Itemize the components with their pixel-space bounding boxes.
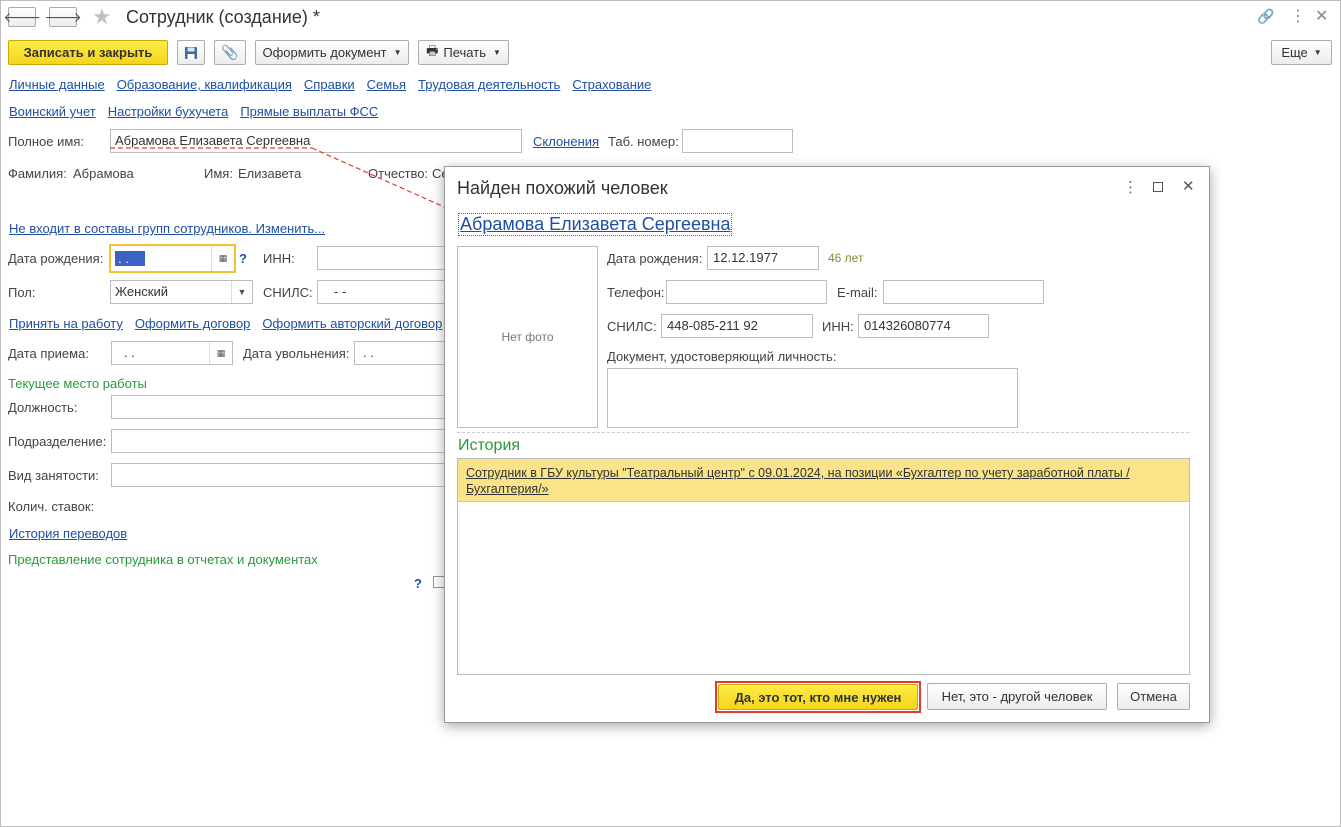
yes-button-highlight: Да, это тот, кто мне нужен [715,681,921,713]
dialog-birth-label: Дата рождения: [607,251,703,266]
dialog-birth-field[interactable]: 12.12.1977 [707,246,819,270]
photo-placeholder: Нет фото [457,246,598,428]
history-item-text[interactable]: Сотрудник в ГБУ культуры "Театральный це… [466,466,1130,496]
dialog-phone-label: Телефон: [607,285,665,300]
history-item[interactable]: Сотрудник в ГБУ культуры "Театральный це… [458,459,1189,502]
pointer-line [311,147,452,211]
dialog-phone-field[interactable] [666,280,827,304]
cancel-button[interactable]: Отмена [1117,683,1190,710]
history-list: Сотрудник в ГБУ культуры "Театральный це… [457,458,1190,675]
age-label: 46 лет [828,251,864,265]
person-link[interactable]: Абрамова Елизавета Сергеевна [458,213,733,236]
separator [457,432,1189,433]
no-other-person-button[interactable]: Нет, это - другой человек [927,683,1107,710]
dialog-snils-field[interactable]: 448-085-211 92 [661,314,813,338]
similar-person-dialog: Найден похожий человек ⋮ ✕ Абрамова Елиз… [444,166,1210,723]
close-icon[interactable]: ✕ [1182,177,1195,195]
id-doc-label: Документ, удостоверяющий личность: [607,349,837,364]
dialog-snils-label: СНИЛС: [607,319,657,334]
dialog-inn-label: ИНН: [822,319,854,334]
dialog-title: Найден похожий человек [457,178,668,198]
dialog-email-field[interactable] [883,280,1044,304]
history-header: История [458,437,521,454]
dialog-email-label: E-mail: [837,285,878,300]
dialog-inn-field[interactable]: 014326080774 [858,314,989,338]
more-vert-icon[interactable]: ⋮ [1123,178,1138,196]
id-doc-field[interactable] [607,368,1018,428]
yes-button[interactable]: Да, это тот, кто мне нужен [718,684,918,710]
no-photo-label: Нет фото [501,330,554,344]
maximize-icon[interactable] [1153,182,1163,192]
